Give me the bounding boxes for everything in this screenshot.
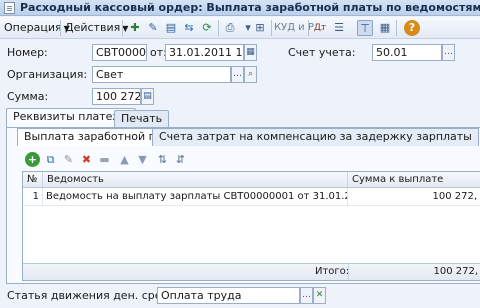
footer-total-label: Итого: <box>315 266 350 277</box>
command-toolbar: Операция ▼ Действия ▼ ✚ ✎ ▤ ⇆ ⟳ ⎙ ▾ ⊞ КУД … <box>0 17 480 39</box>
tab-print[interactable]: Печать <box>114 110 170 127</box>
calculator-icon[interactable]: ▤ <box>141 88 154 105</box>
move-down-icon[interactable]: ▼ <box>135 152 150 167</box>
ellipsis-icon[interactable]: … <box>300 287 313 304</box>
toolbar-separator <box>396 20 397 36</box>
search-icon[interactable]: ⌕ <box>244 66 257 83</box>
account-field[interactable]: 50.01 <box>372 44 442 61</box>
add-icon[interactable]: ✚ <box>127 20 143 36</box>
edit-icon[interactable]: ✎ <box>145 20 161 36</box>
toolbar-separator <box>308 20 309 36</box>
move-icon[interactable]: ⇆ <box>181 20 197 36</box>
list-icon[interactable]: ☰ <box>331 20 347 36</box>
clear-icon[interactable]: ✕ <box>313 287 326 304</box>
column-header-statement[interactable]: Ведомость <box>43 172 348 188</box>
ellipsis-icon[interactable]: … <box>231 66 244 83</box>
sum-label: Сумма: <box>7 90 49 103</box>
table-icon[interactable]: ▦ <box>377 20 393 36</box>
end-edit-icon[interactable]: ▬ <box>97 152 112 167</box>
organization-label: Организация: <box>7 68 88 81</box>
toolbar-separator <box>122 20 123 36</box>
table-row[interactable]: 1 Ведомость на выплату зарплаты СВТ00000… <box>23 188 480 206</box>
sort-ascending-icon[interactable]: ⇅ <box>155 152 170 167</box>
cashflow-field[interactable]: Оплата труда <box>157 287 300 304</box>
toolbar-separator <box>218 20 219 36</box>
column-header-number[interactable]: № <box>23 172 43 188</box>
print-icon[interactable]: ⎙ <box>222 20 238 36</box>
account-label: Счет учета: <box>288 46 356 59</box>
actions-menu[interactable]: Действия ▼ <box>65 19 128 37</box>
window-titlebar: Расходный кассовый ордер: Выплата зарабо… <box>0 0 480 16</box>
ellipsis-icon[interactable]: … <box>442 44 455 61</box>
row-number-cell: 1 <box>23 188 43 205</box>
salary-statements-table: № Ведомость Сумма к выплате 1 Ведомость … <box>22 171 480 281</box>
sum-field[interactable]: 100 272,00 <box>92 88 141 105</box>
statement-cell[interactable]: Ведомость на выплату зарплаты СВТ0000000… <box>43 188 348 205</box>
structure-icon[interactable]: ⊞ <box>252 20 268 36</box>
date-field[interactable]: 31.01.2011 18:00:0 <box>165 44 244 61</box>
edit-row-icon[interactable]: ✎ <box>61 152 76 167</box>
delete-row-icon[interactable]: ✖ <box>79 152 94 167</box>
move-up-icon[interactable]: ▲ <box>117 152 132 167</box>
calendar-icon[interactable]: ▦ <box>244 44 257 61</box>
debit-credit-icon[interactable]: Дт <box>312 20 328 36</box>
column-header-amount[interactable]: Сумма к выплате <box>348 172 480 188</box>
help-icon[interactable]: ? <box>404 20 420 36</box>
table-footer: Итого: 100 272, <box>23 263 480 280</box>
footer-total-value: 100 272, <box>348 264 480 280</box>
copy-row-icon[interactable]: ⧉ <box>43 152 58 167</box>
actions-menu-label: Действия <box>65 21 121 34</box>
subtab-cost-accounts[interactable]: Счета затрат на компенсацию за задержку … <box>152 128 479 146</box>
operation-menu-label: Операция <box>4 21 62 34</box>
document-icon <box>4 2 15 14</box>
organization-field[interactable]: Свет <box>92 66 231 83</box>
number-field[interactable]: СВТ0000000 <box>92 44 147 61</box>
sort-descending-icon[interactable]: ⇵ <box>173 152 188 167</box>
refresh-icon[interactable]: ⟳ <box>199 20 215 36</box>
filter-icon[interactable]: ⊤ <box>357 20 373 36</box>
window-title: Расходный кассовый ордер: Выплата зарабо… <box>20 1 480 14</box>
toolbar-separator <box>271 20 272 36</box>
amount-cell[interactable]: 100 272, <box>348 188 480 205</box>
number-label: Номер: <box>7 46 48 59</box>
document-copy-icon[interactable]: ▤ <box>163 20 179 36</box>
add-row-icon[interactable]: + <box>25 152 40 167</box>
toolbar-separator <box>60 20 61 36</box>
